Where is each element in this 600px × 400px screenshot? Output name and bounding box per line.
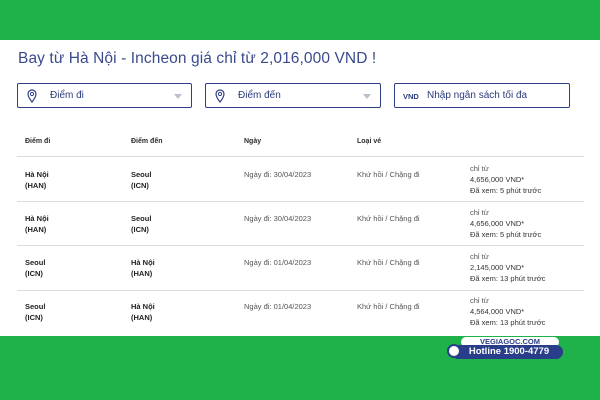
departure-date: Ngày đi: 30/04/2023 <box>244 170 312 179</box>
page-title: Bay từ Hà Nội - Incheon giá chỉ từ 2,016… <box>18 50 377 67</box>
destination-select[interactable]: Điểm đến <box>205 83 381 108</box>
column-header-origin: Điểm đi <box>25 138 51 145</box>
location-pin-icon <box>215 89 225 103</box>
ticket-type: Khứ hồi / Chặng đi <box>357 170 420 179</box>
price-prefix: chỉ từ <box>470 208 489 217</box>
origin-city: Seoul <box>25 302 46 311</box>
price-prefix: chỉ từ <box>470 296 489 305</box>
price: 4,656,000 VND* <box>470 219 525 228</box>
column-header-date: Ngày <box>244 138 262 145</box>
origin-code: (ICN) <box>25 269 43 278</box>
departure-date: Ngày đi: 30/04/2023 <box>244 214 312 223</box>
origin-placeholder: Điểm đi <box>50 90 84 101</box>
viewed-time: Đã xem: 13 phút trước <box>470 274 546 283</box>
table-divider <box>17 201 584 202</box>
ticket-type: Khứ hồi / Chặng đi <box>357 258 420 267</box>
destination-code: (ICN) <box>131 181 149 190</box>
origin-code: (HAN) <box>25 181 47 190</box>
origin-code: (ICN) <box>25 313 43 322</box>
destination-city: Seoul <box>131 170 152 179</box>
viewed-time: Đã xem: 13 phút trước <box>470 318 546 327</box>
chevron-down-icon <box>363 94 371 99</box>
phone-icon <box>447 344 461 358</box>
price: 4,564,000 VND* <box>470 307 525 316</box>
origin-city: Hà Nội <box>25 170 49 179</box>
table-divider <box>17 290 584 291</box>
viewed-time: Đã xem: 5 phút trước <box>470 186 542 195</box>
price-prefix: chỉ từ <box>470 164 489 173</box>
origin-city: Hà Nội <box>25 214 49 223</box>
price-prefix: chỉ từ <box>470 252 489 261</box>
departure-date: Ngày đi: 01/04/2023 <box>244 258 312 267</box>
destination-code: (ICN) <box>131 225 149 234</box>
location-pin-icon <box>27 89 37 103</box>
column-header-ticket-type: Loại vé <box>357 138 382 145</box>
destination-city: Hà Nội <box>131 258 155 267</box>
chevron-down-icon <box>174 94 182 99</box>
viewed-time: Đã xem: 5 phút trước <box>470 230 542 239</box>
destination-placeholder: Điểm đến <box>238 90 281 101</box>
origin-code: (HAN) <box>25 225 47 234</box>
ticket-type: Khứ hồi / Chặng đi <box>357 302 420 311</box>
table-divider <box>17 156 584 157</box>
currency-label: VND <box>403 92 419 101</box>
table-divider <box>17 245 584 246</box>
destination-city: Hà Nội <box>131 302 155 311</box>
destination-city: Seoul <box>131 214 152 223</box>
column-header-destination: Điểm đến <box>131 138 163 145</box>
destination-code: (HAN) <box>131 313 153 322</box>
price: 4,656,000 VND* <box>470 175 525 184</box>
departure-date: Ngày đi: 01/04/2023 <box>244 302 312 311</box>
hotline-badge[interactable]: Hotline 1900-4779 <box>455 345 563 359</box>
ticket-type: Khứ hồi / Chặng đi <box>357 214 420 223</box>
destination-code: (HAN) <box>131 269 153 278</box>
origin-city: Seoul <box>25 258 46 267</box>
price: 2,145,000 VND* <box>470 263 525 272</box>
origin-select[interactable]: Điểm đi <box>17 83 192 108</box>
budget-placeholder: Nhập ngân sách tối đa <box>427 90 528 101</box>
budget-input[interactable]: VND Nhập ngân sách tối đa <box>394 83 570 108</box>
